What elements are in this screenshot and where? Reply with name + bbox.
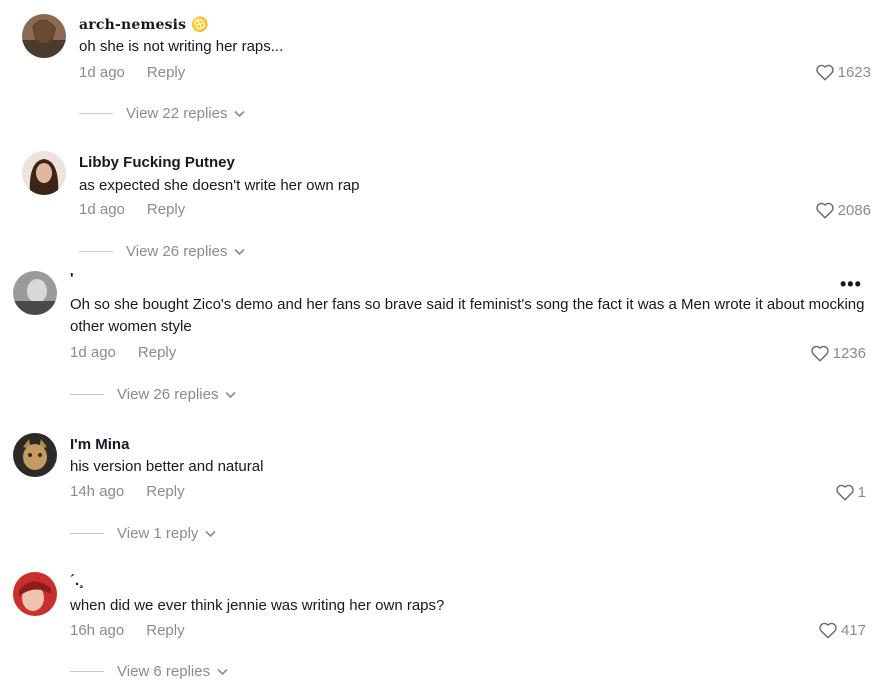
comment-meta: 14h ago Reply (70, 483, 185, 500)
view-replies-label: View 26 replies (117, 386, 219, 403)
reply-button[interactable]: Reply (146, 483, 184, 500)
comment-text: as expected she doesn't write her own ra… (79, 177, 360, 194)
view-replies-button[interactable]: View 26 replies (70, 386, 237, 403)
view-replies-button[interactable]: View 6 replies (70, 663, 228, 680)
timestamp: 14h ago (70, 483, 125, 500)
comment-meta: 1d ago Reply (79, 201, 185, 218)
comment-meta: 1d ago Reply (79, 64, 185, 81)
view-replies-label: View 1 reply (117, 525, 199, 542)
reply-button[interactable]: Reply (138, 344, 176, 361)
chevron-down-icon (225, 391, 237, 398)
avatar[interactable] (22, 14, 66, 58)
like-button[interactable]: 1 (835, 483, 866, 501)
heart-outline-icon (815, 64, 834, 81)
view-replies-button[interactable]: View 26 replies (79, 243, 246, 260)
comment-text: oh she is not writing her raps... (79, 38, 284, 55)
view-replies-button[interactable]: View 1 reply (70, 525, 217, 542)
comment-text: Oh so she bought Zico's demo and her fan… (70, 296, 865, 335)
view-replies-label: View 6 replies (117, 663, 211, 680)
like-count: 2086 (837, 201, 871, 219)
heart-outline-icon (819, 622, 837, 639)
username[interactable]: ' (70, 270, 74, 287)
like-button[interactable]: 2086 (815, 201, 871, 219)
comment-meta: 16h ago Reply (70, 622, 185, 639)
like-count: 417 (840, 621, 866, 639)
reply-button[interactable]: Reply (146, 622, 184, 639)
chevron-down-icon (217, 668, 228, 675)
reply-button[interactable]: Reply (147, 64, 185, 81)
view-replies-label: View 22 replies (126, 105, 228, 122)
view-replies-button[interactable]: View 22 replies (79, 105, 246, 122)
like-button[interactable]: 1623 (815, 63, 871, 81)
chevron-down-icon (234, 110, 246, 117)
comment-text: his version better and natural (70, 458, 264, 475)
more-options-icon[interactable]: ••• (840, 274, 862, 295)
chevron-down-icon (234, 248, 246, 255)
like-count: 1623 (837, 63, 871, 81)
timestamp: 1d ago (79, 201, 125, 218)
like-count: 1236 (832, 344, 866, 362)
timestamp: 1d ago (70, 344, 116, 361)
comment-meta: 1d ago Reply (70, 344, 176, 361)
username[interactable]: Libby Fucking Putney (79, 154, 235, 171)
heart-outline-icon (835, 484, 854, 501)
username[interactable]: I'm Mina (70, 436, 129, 453)
reply-button[interactable]: Reply (147, 201, 185, 218)
avatar[interactable] (13, 271, 57, 315)
heart-outline-icon (815, 202, 834, 219)
username[interactable]: ´.¸ (70, 572, 84, 589)
view-replies-label: View 26 replies (126, 243, 228, 260)
divider-line (79, 251, 113, 252)
divider-line (79, 113, 113, 114)
chevron-down-icon (205, 530, 217, 537)
comment-text: when did we ever think jennie was writin… (70, 597, 445, 614)
divider-line (70, 671, 104, 672)
timestamp: 1d ago (79, 64, 125, 81)
like-button[interactable]: 1236 (810, 344, 866, 362)
heart-outline-icon (810, 345, 829, 362)
like-button[interactable]: 417 (818, 621, 866, 639)
timestamp: 16h ago (70, 622, 125, 639)
divider-line (70, 394, 104, 395)
avatar[interactable] (13, 433, 57, 477)
username[interactable]: arch-nemesis ♋ (79, 17, 209, 33)
avatar[interactable] (22, 151, 66, 195)
avatar[interactable] (13, 572, 57, 616)
divider-line (70, 533, 104, 534)
like-count: 1 (857, 483, 866, 501)
